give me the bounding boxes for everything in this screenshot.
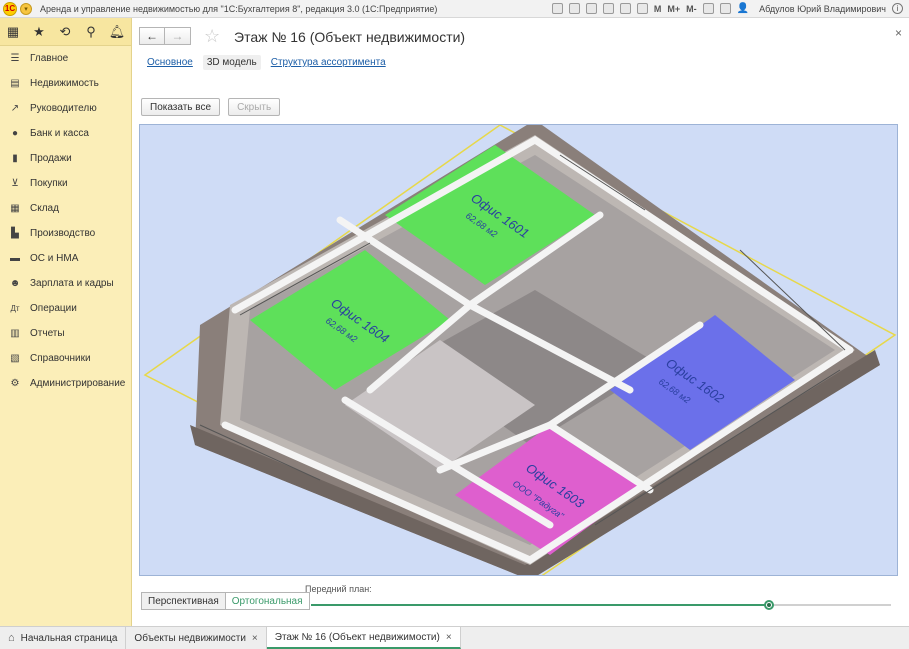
3d-model-viewport[interactable]: Офис 1601 62,68 м2 Офис 1604 62,68 м2 Оф… [139,124,898,576]
sidebar-item-production[interactable]: ▙ Производство [0,221,131,246]
tab-assortment-structure[interactable]: Структура ассортимента [267,55,390,70]
foreground-slider[interactable] [311,600,891,610]
back-button[interactable]: ← [139,27,165,45]
search-icon[interactable]: ⚲ [78,18,104,46]
building-icon: ▤ [10,78,20,89]
window-title: Аренда и управление недвижимостью для "1… [40,3,438,14]
sidebar: ▦ ★ ⟲ ⚲ 🔔︎ ☰ Главное ▤ Недвижимость ↗ Руков… [0,18,132,626]
truck-icon: ▬ [10,253,20,264]
sidebar-item-bank[interactable]: ● Банк и касса [0,121,131,146]
sidebar-item-main[interactable]: ☰ Главное [0,46,131,71]
sidebar-item-payroll[interactable]: ☻ Зарплата и кадры [0,271,131,296]
coin-icon: ● [11,128,19,139]
copy-icon[interactable] [602,3,614,14]
memory-minus-button[interactable]: M- [686,4,697,14]
slider-fill [311,604,770,606]
user-name[interactable]: Абдулов Юрий Владимирович [759,4,886,14]
sidebar-item-catalogs[interactable]: ▧ Справочники [0,346,131,371]
orthogonal-button[interactable]: Ортогональная [225,592,310,610]
info-icon[interactable]: i [892,3,903,14]
bag-icon: ▮ [12,153,18,164]
apps-grid-icon[interactable]: ▦ [0,18,26,46]
chart-icon: ▥ [10,328,20,339]
favorite-star-icon[interactable]: ☆ [204,26,220,47]
main-menu-icon[interactable]: ▾ [20,2,32,15]
operations-icon: Дт [10,304,20,313]
open-windows-bar: ⌂ Начальная страница Объекты недвижимости… [0,626,909,649]
calculator-icon[interactable] [636,3,648,14]
arrow-left-icon: ← [146,29,158,43]
foreground-label: Передний план: [305,584,372,594]
floor-plan-3d[interactable]: Офис 1601 62,68 м2 Офис 1604 62,68 м2 Оф… [140,125,898,576]
print-preview-icon[interactable] [585,3,597,14]
trend-icon: ↗ [10,103,20,114]
close-tab-icon[interactable]: × [446,632,452,643]
favorites-star-icon[interactable]: ★ [26,18,52,46]
book-icon: ▧ [10,353,20,364]
save-icon[interactable] [551,3,563,14]
panels-icon[interactable] [719,3,731,14]
show-all-button[interactable]: Показать все [141,98,221,116]
sidebar-item-sales[interactable]: ▮ Продажи [0,146,131,171]
sidebar-item-realty[interactable]: ▤ Недвижимость [0,71,131,96]
memory-button[interactable]: M [654,4,662,14]
tab-start-page[interactable]: ⌂ Начальная страница [0,627,127,649]
close-icon[interactable]: × [895,26,902,40]
user-icon: 👤 [736,3,750,14]
home-icon: ⌂ [8,632,15,644]
window-titlebar: 1С ▾ Аренда и управление недвижимостью д… [0,0,909,18]
sidebar-item-fixed-assets[interactable]: ▬ ОС и НМА [0,246,131,271]
history-icon[interactable]: ⟲ [52,18,78,46]
sidebar-item-admin[interactable]: ⚙ Администрирование [0,371,131,396]
page-title: Этаж № 16 (Объект недвижимости) [234,29,466,45]
sidebar-item-purchases[interactable]: ⊻ Покупки [0,171,131,196]
perspective-button[interactable]: Перспективная [141,592,226,610]
slider-knob[interactable] [764,600,775,610]
tab-main[interactable]: Основное [143,55,197,70]
print-icon[interactable] [568,3,580,14]
sidebar-item-operations[interactable]: Дт Операции [0,296,131,321]
gear-icon: ⚙ [10,378,20,389]
sidebar-item-manager[interactable]: ↗ Руководителю [0,96,131,121]
navigation-buttons: ← → [139,27,191,45]
arrow-right-icon: → [171,29,184,43]
zoom-icon[interactable] [702,3,714,14]
model-actions: Показать все Скрыть [141,98,281,116]
close-tab-icon[interactable]: × [252,633,258,644]
projection-switch: Перспективная Ортогональная [141,592,310,610]
people-icon: ☻ [9,278,21,289]
hide-button[interactable]: Скрыть [228,98,281,116]
menu-lines-icon: ☰ [10,53,20,64]
main-content: ← → ☆ Этаж № 16 (Объект недвижимости) × … [133,18,909,626]
bell-icon[interactable]: 🔔︎ [104,18,130,46]
app-logo-icon: 1С [3,1,17,16]
sidebar-item-reports[interactable]: ▥ Отчеты [0,321,131,346]
factory-icon: ▙ [11,228,19,239]
tab-floor-16[interactable]: Этаж № 16 (Объект недвижимости) × [266,627,461,649]
memory-plus-button[interactable]: M+ [667,4,680,14]
tab-realty-objects[interactable]: Объекты недвижимости × [126,627,267,649]
form-tabs: Основное 3D модель Структура ассортимент… [143,55,390,70]
titlebar-tools: M M+ M- 👤 Абдулов Юрий Владимирович i [551,3,909,14]
warehouse-icon: ▦ [10,203,20,214]
sidebar-toolbar: ▦ ★ ⟲ ⚲ 🔔︎ [0,18,131,46]
cart-icon: ⊻ [11,178,19,189]
calendar-icon[interactable] [619,3,631,14]
tab-3d-model[interactable]: 3D модель [202,55,261,70]
forward-button[interactable]: → [165,27,191,45]
sidebar-item-warehouse[interactable]: ▦ Склад [0,196,131,221]
